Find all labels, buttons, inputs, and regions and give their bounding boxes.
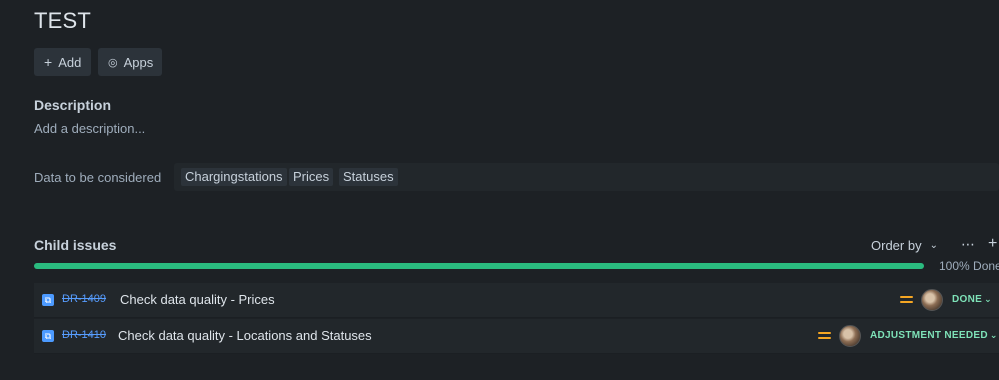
data-field-value[interactable]: Chargingstations Prices Statuses: [174, 163, 999, 191]
description-heading: Description: [34, 97, 112, 113]
add-button-label: Add: [58, 54, 82, 70]
status-badge[interactable]: ADJUSTMENT NEEDED ⌄: [870, 330, 998, 341]
add-child-icon[interactable]: +: [988, 235, 997, 253]
issue-key[interactable]: DR-1409: [62, 293, 106, 305]
child-issue-row[interactable]: ⧉ DR-1410 Check data quality - Locations…: [34, 319, 999, 354]
apps-button-label: Apps: [123, 54, 154, 70]
issue-title[interactable]: TEST: [34, 8, 91, 34]
data-field-label: Data to be considered: [34, 170, 162, 185]
tag-prices: Prices: [289, 168, 334, 186]
progress-fill: [34, 263, 924, 269]
description-placeholder[interactable]: Add a description...: [34, 121, 145, 136]
apps-button[interactable]: ◎ Apps: [98, 48, 162, 76]
issue-summary[interactable]: Check data quality - Prices: [120, 292, 275, 307]
apps-icon: ◎: [108, 56, 118, 69]
issue-key[interactable]: DR-1410: [62, 329, 106, 341]
priority-medium-icon: [900, 296, 913, 305]
plus-icon: +: [44, 54, 53, 70]
subtask-icon: ⧉: [42, 330, 54, 342]
avatar[interactable]: [839, 325, 861, 347]
child-issues-heading: Child issues: [34, 237, 117, 253]
chevron-down-icon: ⌄: [989, 330, 998, 340]
child-issue-row[interactable]: ⧉ DR-1409 Check data quality - Prices DO…: [34, 283, 999, 318]
add-button[interactable]: + Add: [34, 48, 91, 76]
priority-medium-icon: [818, 332, 831, 341]
order-by-label: Order by: [871, 238, 922, 253]
progress-label: 100% Done: [939, 259, 999, 273]
subtask-icon: ⧉: [42, 294, 54, 306]
progress-bar: [34, 263, 924, 269]
status-badge[interactable]: DONE ⌄: [952, 294, 992, 305]
issue-summary[interactable]: Check data quality - Locations and Statu…: [118, 328, 372, 343]
chevron-down-icon: ⌄: [984, 294, 992, 304]
order-by-button[interactable]: Order by ⌄: [871, 238, 938, 253]
more-options-icon[interactable]: ⋯: [961, 236, 975, 253]
tag-chargingstations: Chargingstations: [181, 168, 287, 186]
tag-statuses: Statuses: [339, 168, 398, 186]
chevron-down-icon: ⌄: [929, 240, 938, 251]
avatar[interactable]: [921, 289, 943, 311]
